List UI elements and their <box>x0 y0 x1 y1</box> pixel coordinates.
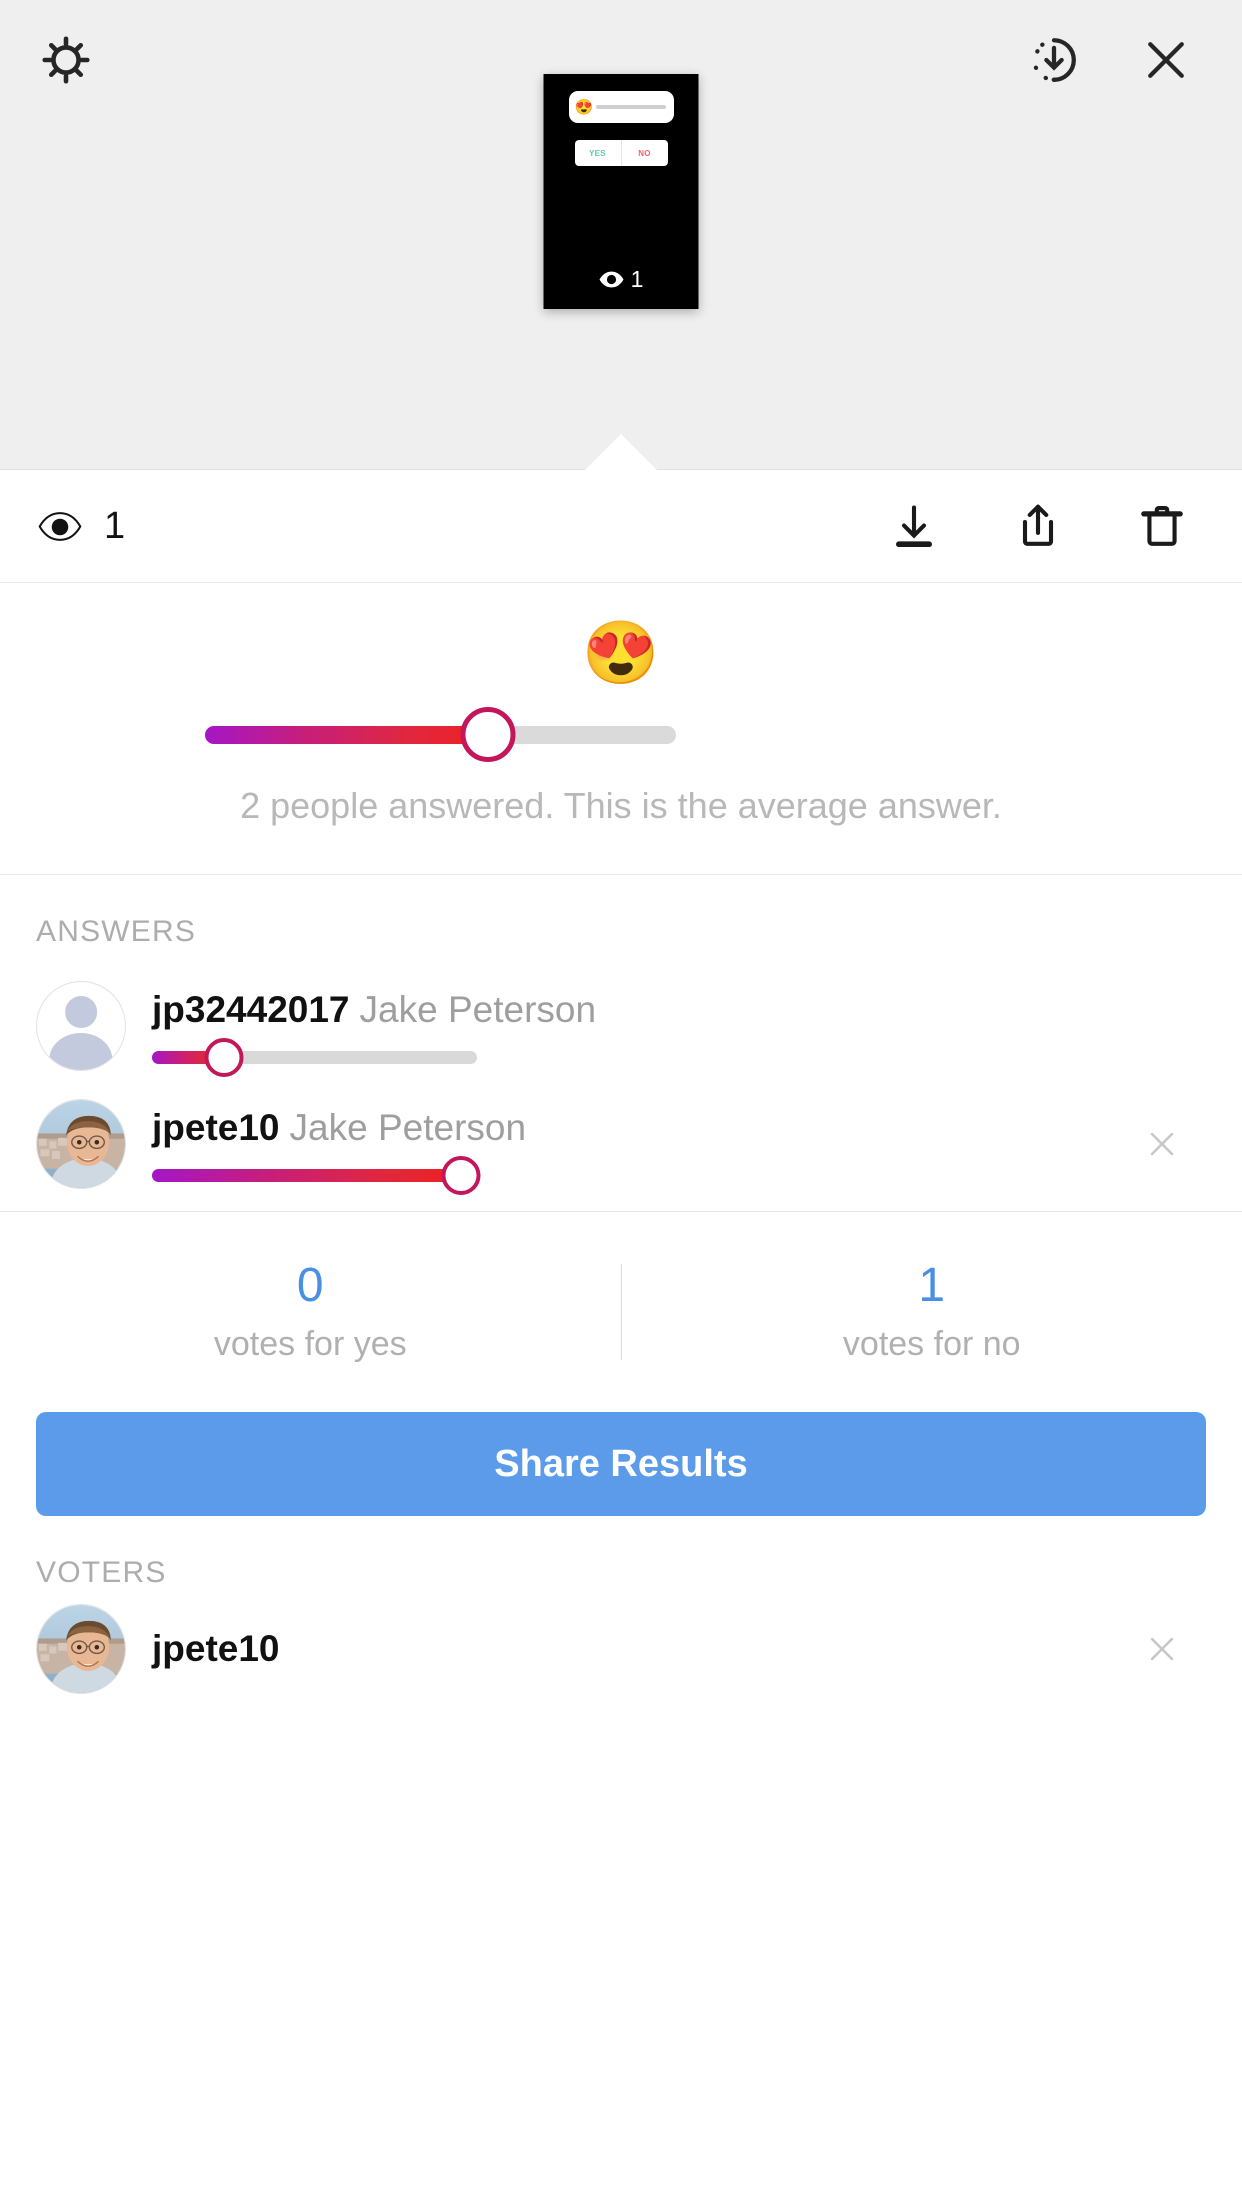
answer-username[interactable]: jpete10 <box>152 1107 280 1148</box>
gear-icon <box>37 31 95 89</box>
votes-yes: 0 votes for yes <box>0 1259 621 1364</box>
avatar-photo <box>37 1605 125 1693</box>
avatar-photo <box>37 1100 125 1188</box>
poll-votes: 0 votes for yes 1 votes for no <box>0 1212 1242 1412</box>
summary-slider[interactable] <box>205 707 676 762</box>
close-button[interactable] <box>1124 18 1208 102</box>
share-results-wrap: Share Results <box>0 1412 1242 1516</box>
votes-no-label: votes for no <box>842 1324 1021 1363</box>
close-icon <box>1139 33 1193 87</box>
dismiss-answer-button[interactable] <box>1134 1116 1190 1172</box>
download-icon <box>888 500 940 552</box>
answer-slider <box>152 1156 481 1196</box>
close-icon <box>1150 1132 1174 1156</box>
avatar-placeholder-head <box>65 996 97 1028</box>
summary-slider-thumb[interactable] <box>460 707 516 762</box>
voter-row[interactable]: jpete10 <box>0 1590 1242 1708</box>
thumbnail-poll-yes: YES <box>589 148 606 158</box>
summary-caption: 2 people answered. This is the average a… <box>240 785 1002 826</box>
thumbnail-poll-no: NO <box>620 140 668 166</box>
views-count: 1 <box>104 504 126 547</box>
preview-header: 😍 YES NO 1 <box>0 0 1242 470</box>
answer-slider <box>152 1038 477 1078</box>
votes-yes-label: votes for yes <box>213 1324 407 1363</box>
action-bar: 1 <box>0 470 1242 583</box>
thumbnail-views: 1 <box>544 266 699 293</box>
summary-emoji: 😍 <box>582 619 660 688</box>
eye-icon <box>599 271 625 288</box>
answers-title: ANSWERS <box>36 915 197 948</box>
dismiss-voter-button[interactable] <box>1134 1621 1190 1677</box>
answer-names: jp32442017 Jake Peterson <box>152 988 1152 1032</box>
thumbnail-views-count: 1 <box>630 266 644 292</box>
answer-slider-thumb <box>441 1156 481 1196</box>
story-thumbnail[interactable]: 😍 YES NO 1 <box>543 74 699 309</box>
answer-slider-fill <box>152 1169 461 1183</box>
trash-icon <box>1136 500 1188 552</box>
votes-no-count: 1 <box>918 1259 946 1313</box>
slider-summary: 😍 2 people answered. This is the average… <box>0 583 1242 875</box>
answer-body: jpete10 Jake Peterson <box>152 1106 1242 1196</box>
summary-slider-fill <box>205 726 488 744</box>
answer-names: jpete10 Jake Peterson <box>152 1106 1152 1150</box>
share-button[interactable] <box>1002 490 1074 562</box>
thumbnail-slider-emoji: 😍 <box>574 98 594 116</box>
voter-username[interactable]: jpete10 <box>152 1628 280 1670</box>
avatar[interactable] <box>36 1604 126 1694</box>
story-insights-screen: 😍 YES NO 1 1 😍 2 people answered. This i… <box>0 0 1242 2208</box>
share-results-button[interactable]: Share Results <box>36 1412 1206 1516</box>
share-icon <box>1012 500 1064 552</box>
thumbnail-emoji-slider-sticker: 😍 <box>568 91 674 123</box>
views-stat[interactable]: 1 <box>38 505 125 548</box>
delete-button[interactable] <box>1126 490 1198 562</box>
votes-no: 1 votes for no <box>622 1259 1242 1364</box>
settings-button[interactable] <box>24 18 108 102</box>
voters-section: VOTERS jpete10 <box>0 1516 1242 1708</box>
thumbnail-poll-sticker: YES NO <box>574 140 668 166</box>
votes-yes-count: 0 <box>296 1259 324 1313</box>
avatar[interactable] <box>36 1099 126 1189</box>
answer-fullname: Jake Peterson <box>359 988 597 1030</box>
answers-section: ANSWERS jp32442017 Jake Peterson jpete10… <box>0 875 1242 1212</box>
action-icon-group <box>878 490 1198 562</box>
answer-username[interactable]: jp32442017 <box>152 989 350 1030</box>
answer-slider-thumb <box>204 1038 243 1078</box>
avatar-placeholder-body <box>49 1033 113 1070</box>
save-archive-button[interactable] <box>1012 18 1096 102</box>
panel-notch <box>585 434 657 470</box>
answer-body: jp32442017 Jake Peterson <box>152 988 1242 1078</box>
answer-row[interactable]: jpete10 Jake Peterson <box>0 1085 1242 1203</box>
save-archive-icon <box>1027 33 1081 87</box>
answer-row[interactable]: jp32442017 Jake Peterson <box>0 967 1242 1085</box>
close-icon <box>1150 1637 1174 1661</box>
eye-icon <box>38 511 82 541</box>
answer-fullname: Jake Peterson <box>289 1106 527 1148</box>
avatar[interactable] <box>36 981 126 1071</box>
thumbnail-slider-track <box>596 105 666 109</box>
voters-title: VOTERS <box>36 1556 167 1589</box>
download-button[interactable] <box>878 490 950 562</box>
answers-list: jp32442017 Jake Peterson jpete10 Jake Pe… <box>0 949 1242 1212</box>
